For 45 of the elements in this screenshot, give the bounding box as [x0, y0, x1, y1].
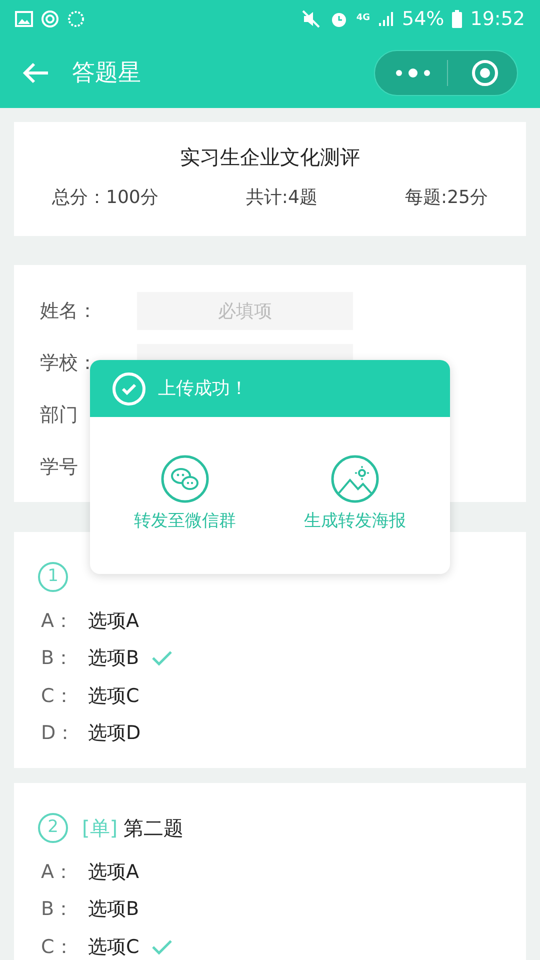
- question-number: 2: [38, 813, 68, 843]
- back-arrow-icon[interactable]: [22, 61, 50, 85]
- question-number: 1: [38, 562, 68, 592]
- option-letter: A：: [41, 860, 74, 884]
- quiz-title: 实习生企业文化测评: [180, 144, 360, 171]
- option-text: 选项D: [88, 721, 141, 746]
- option-text: 选项B: [88, 646, 140, 671]
- close-circle-icon[interactable]: [471, 59, 499, 87]
- action-label[interactable]: 生成转发海报: [304, 509, 406, 534]
- score-info: 每题:25分: [405, 186, 488, 210]
- network-label: 4G: [356, 12, 370, 26]
- input-field[interactable]: 必填项: [137, 292, 353, 330]
- option-text: 选项C: [88, 684, 140, 708]
- score-info: 总分：100分: [52, 186, 158, 210]
- mountain-sun-icon[interactable]: [331, 455, 379, 503]
- action-label[interactable]: 转发至微信群: [134, 509, 236, 534]
- signal-icon: [378, 11, 394, 27]
- option-text: 选项A: [88, 608, 139, 634]
- option-letter: C：: [41, 684, 74, 708]
- option-letter: D：: [41, 721, 76, 746]
- chat-bubbles-icon[interactable]: [161, 455, 209, 503]
- battery-percent: 54%: [402, 6, 444, 32]
- field-label: 姓名：: [40, 298, 98, 324]
- check-circle-icon: [112, 372, 146, 406]
- clock: 19:52: [470, 6, 525, 32]
- battery-icon: [452, 10, 462, 28]
- field-label: 部门: [40, 402, 79, 428]
- option-letter: B：: [41, 646, 74, 671]
- image-icon: [15, 11, 33, 27]
- option-text: 选项B: [88, 897, 140, 922]
- alarm-icon: [330, 10, 348, 28]
- field-label: 学号: [40, 454, 79, 480]
- question-title: 第二题: [124, 815, 184, 842]
- option-letter: B：: [41, 897, 74, 922]
- score-info: 共计:4题: [246, 186, 318, 210]
- field-label: 学校：: [40, 350, 98, 376]
- more-icon[interactable]: [395, 67, 431, 79]
- option-text: 选项A: [88, 860, 139, 884]
- option-text: 选项C: [88, 934, 140, 960]
- dialog-title: 上传成功！: [158, 377, 248, 401]
- page-title: 答题星: [72, 58, 141, 88]
- question-type: [单]: [82, 815, 118, 842]
- option-letter: A：: [41, 608, 74, 634]
- mute-icon: [302, 10, 322, 28]
- option-letter: C：: [41, 934, 74, 960]
